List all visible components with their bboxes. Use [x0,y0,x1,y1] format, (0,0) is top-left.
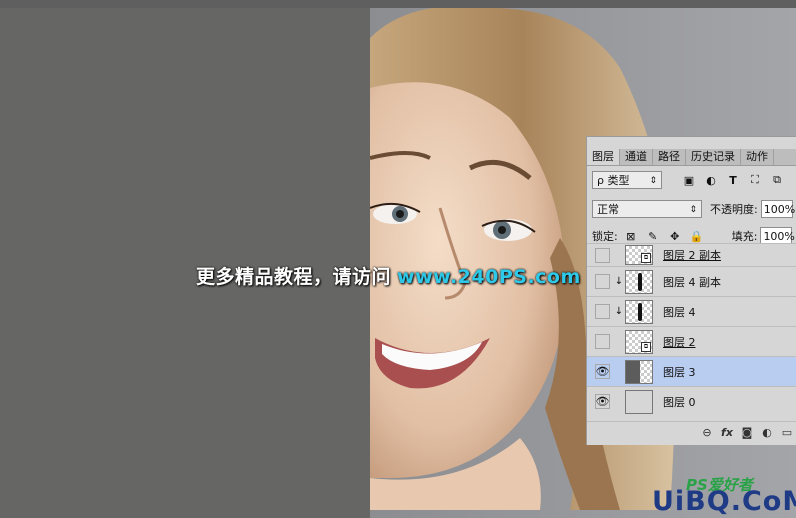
layer-row-selected[interactable]: 👁 图层 3 [587,356,796,386]
dropdown-arrow-icon: ⇕ [689,205,697,215]
blend-mode-dropdown[interactable]: 正常 ⇕ [592,200,702,218]
tab-channels[interactable]: 通道 [620,149,653,165]
dropdown-arrow-icon: ⇕ [649,176,657,186]
eye-icon[interactable]: 👁 [595,394,610,409]
layer-thumbnail [625,299,653,324]
brand-logo: PS爱好者 UiBQ.CoM [652,470,796,518]
layer-row[interactable]: ↓ 图层 4 [587,296,796,326]
visibility-toggle[interactable] [595,304,610,319]
layer-name: 图层 2 副本 [663,249,721,262]
visibility-toggle[interactable] [595,334,610,349]
eye-icon[interactable]: 👁 [595,364,610,379]
visibility-toggle[interactable] [595,274,610,289]
layer-row[interactable]: ⧉ 图层 2 副本 [587,243,796,266]
layer-row[interactable]: ↓ 图层 4 副本 [587,266,796,296]
lock-brush-icon[interactable]: ✎ [646,229,660,243]
canvas-top-edge [0,0,796,8]
layer-thumbnail [625,269,653,294]
folder-icon[interactable]: ▭ [777,426,796,439]
layer-name: 图层 3 [663,365,696,379]
shape-filter-icon[interactable]: ⛶ [748,173,762,187]
tab-paths[interactable]: 路径 [653,149,686,165]
mask-icon[interactable]: ◙ [737,426,757,439]
lock-move-icon[interactable]: ✥ [668,229,682,243]
layer-name: 图层 4 [663,305,696,319]
clipping-arrow-icon: ↓ [614,306,624,317]
lock-transparency-icon[interactable]: ⊠ [624,229,638,243]
fx-icon[interactable]: fx [717,426,737,439]
tab-actions[interactable]: 动作 [741,149,774,165]
adjustment-filter-icon[interactable]: ◐ [704,173,718,187]
watermark-text: 更多精品教程，请访问 www.240PS.com [196,262,581,289]
layer-row[interactable]: 👁 图层 0 [587,386,796,416]
smart-object-icon: ⧉ [641,253,651,263]
tab-history[interactable]: 历史记录 [686,149,741,165]
smart-object-icon: ⧉ [641,341,651,352]
watermark-site: www.240PS.com [397,266,581,288]
layer-name: 图层 2 [663,335,696,349]
lock-label: 锁定: [592,230,618,243]
layer-name: 图层 0 [663,395,696,409]
panel-footer: ⊖ fx ◙ ◐ ▭ [587,421,796,442]
layer-thumbnail [625,389,653,414]
layer-list: ⧉ 图层 2 副本 ↓ 图层 4 副本 ↓ 图层 4 ⧉ 图层 2 👁 图层 3 [587,243,796,416]
clipping-arrow-icon: ↓ [614,276,624,287]
layer-thumbnail: ⧉ [625,329,653,354]
layers-panel: 图层 通道 路径 历史记录 动作 ρ 类型 ⇕ ▣ ◐ T ⛶ ⧉ 正常 ⇕ 不透明… [586,136,796,445]
blend-mode-value: 正常 [597,203,619,216]
opacity-input[interactable]: 100% [760,200,795,218]
filter-kind-dropdown[interactable]: ρ 类型 ⇕ [592,171,662,189]
tab-layers[interactable]: 图层 [587,149,620,165]
link-icon[interactable]: ⊖ [697,426,717,439]
brand-en: UiBQ.CoM [652,486,796,517]
layer-name: 图层 4 副本 [663,275,721,289]
image-filter-icon[interactable]: ▣ [682,173,696,187]
watermark-label: 更多精品教程，请访问 [196,266,392,288]
type-filter-icon[interactable]: T [726,173,740,187]
canvas-gray-area [0,0,370,518]
panel-tabs: 图层 通道 路径 历史记录 动作 [587,149,796,166]
filter-kind-label: ρ 类型 [597,174,630,187]
smart-object-filter-icon[interactable]: ⧉ [770,173,784,187]
opacity-label: 不透明度: [710,203,758,216]
lock-all-icon[interactable]: 🔒 [690,229,704,243]
visibility-toggle[interactable] [595,247,610,263]
layer-row[interactable]: ⧉ 图层 2 [587,326,796,356]
layer-thumbnail [625,359,653,384]
layer-thumbnail: ⧉ [625,245,653,265]
fill-label: 填充: [731,230,758,243]
adjustment-icon[interactable]: ◐ [757,426,777,439]
